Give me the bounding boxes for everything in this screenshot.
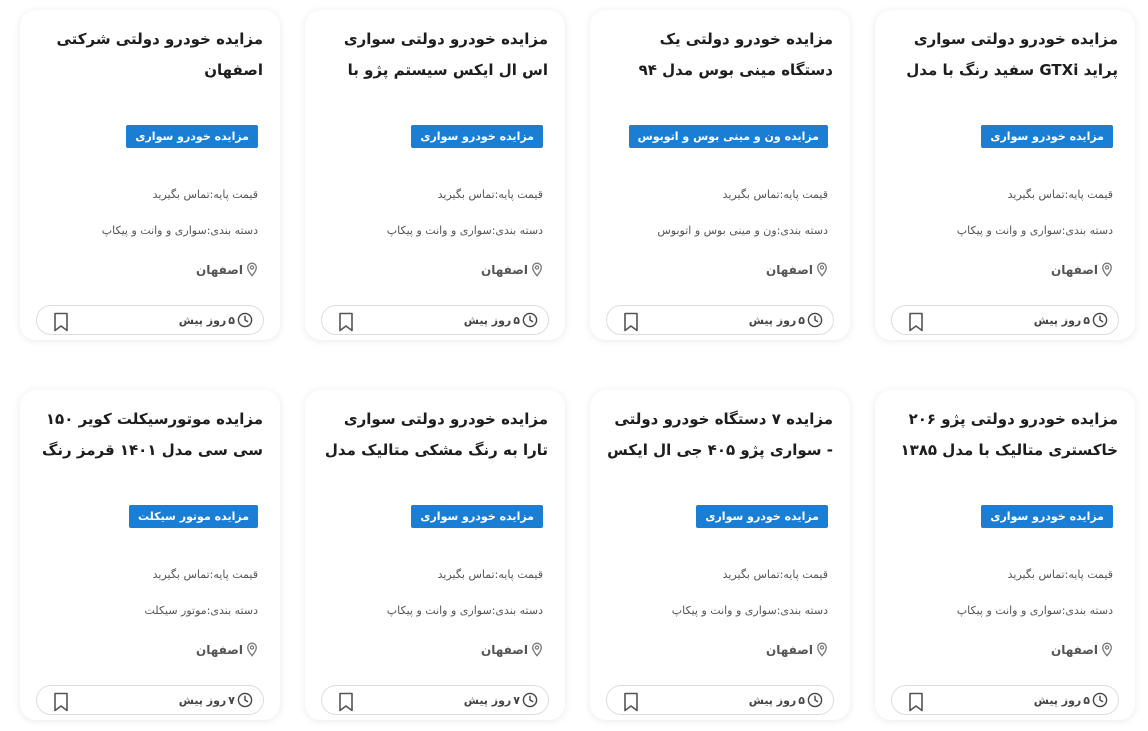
card-footer: ۵ روز پیش — [606, 685, 834, 715]
bookmark-icon[interactable] — [623, 692, 639, 712]
bookmark-icon[interactable] — [53, 692, 69, 712]
bookmark-icon[interactable] — [908, 312, 924, 332]
city-name: اصفهان — [1050, 262, 1098, 277]
category-tag[interactable]: مزایده ون و مینی بوس و اتوبوس — [628, 125, 828, 148]
price-row: قیمت پایه:تماس بگیرید — [152, 568, 258, 581]
clock-icon — [807, 692, 823, 708]
city-row: اصفهان — [196, 262, 258, 277]
card-footer: ۷ روز پیش — [321, 685, 549, 715]
bookmark-icon[interactable] — [908, 692, 924, 712]
city-name: اصفهان — [480, 262, 528, 277]
city-row: اصفهان — [1051, 262, 1113, 277]
category-tag[interactable]: مزایده خودرو سواری — [126, 125, 258, 148]
city-row: اصفهان — [196, 642, 258, 657]
auction-card[interactable]: مزایده موتورسیکلت کویر ۱۵۰ سی سی مدل ۱۴۰… — [20, 390, 280, 720]
city-name: اصفهان — [480, 642, 528, 657]
card-title[interactable]: مزایده خودرو دولتی سواری اس ال ایکس سیست… — [321, 24, 548, 86]
city-name: اصفهان — [195, 262, 243, 277]
category-row: دسته بندی:ون و مینی بوس و اتوبوس — [657, 224, 828, 237]
location-pin-icon — [531, 262, 543, 277]
posted-time: ۵ روز پیش — [464, 312, 538, 328]
category-row: دسته بندی:سواری و وانت و پیکاپ — [386, 604, 543, 617]
location-pin-icon — [1101, 642, 1113, 657]
card-footer: ۵ روز پیش — [321, 305, 549, 335]
bookmark-icon[interactable] — [53, 312, 69, 332]
posted-time: ۵ روز پیش — [1034, 692, 1108, 708]
card-title[interactable]: مزایده خودرو دولتی سواری پراید GTXi سفید… — [891, 24, 1118, 86]
clock-icon — [1092, 692, 1108, 708]
card-title[interactable]: مزایده خودرو دولتی شرکتی اصفهان — [36, 24, 263, 86]
category-row: دسته بندی:سواری و وانت و پیکاپ — [386, 224, 543, 237]
posted-time: ۷ روز پیش — [464, 692, 538, 708]
price-row: قیمت پایه:تماس بگیرید — [437, 568, 543, 581]
card-title[interactable]: مزایده خودرو دولتی پژو ۲۰۶ خاکستری متالی… — [891, 404, 1118, 466]
price-row: قیمت پایه:تماس بگیرید — [1007, 188, 1113, 201]
auction-card[interactable]: مزایده خودرو دولتی شرکتی اصفهان مزایده خ… — [20, 10, 280, 340]
location-pin-icon — [816, 642, 828, 657]
card-footer: ۵ روز پیش — [891, 685, 1119, 715]
location-pin-icon — [246, 262, 258, 277]
auction-grid: مزایده خودرو دولتی سواری پراید GTXi سفید… — [0, 0, 1148, 731]
city-row: اصفهان — [766, 262, 828, 277]
bookmark-icon[interactable] — [338, 692, 354, 712]
category-row: دسته بندی:سواری و وانت و پیکاپ — [101, 224, 258, 237]
city-name: اصفهان — [765, 262, 813, 277]
city-row: اصفهان — [766, 642, 828, 657]
category-tag[interactable]: مزایده خودرو سواری — [981, 125, 1113, 148]
auction-card[interactable]: مزایده خودرو دولتی یک دستگاه مینی بوس مد… — [590, 10, 850, 340]
posted-time: ۵ روز پیش — [749, 312, 823, 328]
auction-card[interactable]: مزایده خودرو دولتی پژو ۲۰۶ خاکستری متالی… — [875, 390, 1135, 720]
price-row: قیمت پایه:تماس بگیرید — [152, 188, 258, 201]
clock-icon — [522, 692, 538, 708]
location-pin-icon — [531, 642, 543, 657]
auction-card[interactable]: مزایده ۷ دستگاه خودرو دولتی - سواری پژو … — [590, 390, 850, 720]
city-row: اصفهان — [481, 262, 543, 277]
category-tag[interactable]: مزایده خودرو سواری — [696, 505, 828, 528]
price-row: قیمت پایه:تماس بگیرید — [1007, 568, 1113, 581]
location-pin-icon — [246, 642, 258, 657]
city-name: اصفهان — [765, 642, 813, 657]
location-pin-icon — [816, 262, 828, 277]
city-row: اصفهان — [481, 642, 543, 657]
auction-card[interactable]: مزایده خودرو دولتی سواری اس ال ایکس سیست… — [305, 10, 565, 340]
posted-time: ۷ روز پیش — [179, 692, 253, 708]
city-name: اصفهان — [1050, 642, 1098, 657]
category-tag[interactable]: مزایده خودرو سواری — [981, 505, 1113, 528]
card-title[interactable]: مزایده ۷ دستگاه خودرو دولتی - سواری پژو … — [606, 404, 833, 466]
price-row: قیمت پایه:تماس بگیرید — [437, 188, 543, 201]
card-footer: ۷ روز پیش — [36, 685, 264, 715]
posted-time: ۵ روز پیش — [179, 312, 253, 328]
price-row: قیمت پایه:تماس بگیرید — [722, 568, 828, 581]
posted-time: ۵ روز پیش — [749, 692, 823, 708]
clock-icon — [237, 312, 253, 328]
auction-card[interactable]: مزایده خودرو دولتی سواری تارا به رنگ مشک… — [305, 390, 565, 720]
category-tag[interactable]: مزایده خودرو سواری — [411, 505, 543, 528]
category-row: دسته بندی:سواری و وانت و پیکاپ — [956, 224, 1113, 237]
auction-card[interactable]: مزایده خودرو دولتی سواری پراید GTXi سفید… — [875, 10, 1135, 340]
city-row: اصفهان — [1051, 642, 1113, 657]
category-tag[interactable]: مزایده خودرو سواری — [411, 125, 543, 148]
card-title[interactable]: مزایده موتورسیکلت کویر ۱۵۰ سی سی مدل ۱۴۰… — [36, 404, 263, 466]
category-row: دسته بندی:سواری و وانت و پیکاپ — [956, 604, 1113, 617]
bookmark-icon[interactable] — [338, 312, 354, 332]
card-footer: ۵ روز پیش — [891, 305, 1119, 335]
card-title[interactable]: مزایده خودرو دولتی یک دستگاه مینی بوس مد… — [606, 24, 833, 86]
price-row: قیمت پایه:تماس بگیرید — [722, 188, 828, 201]
card-title[interactable]: مزایده خودرو دولتی سواری تارا به رنگ مشک… — [321, 404, 548, 466]
clock-icon — [807, 312, 823, 328]
bookmark-icon[interactable] — [623, 312, 639, 332]
category-row: دسته بندی:موتور سیکلت — [144, 604, 259, 617]
category-row: دسته بندی:سواری و وانت و پیکاپ — [671, 604, 828, 617]
clock-icon — [237, 692, 253, 708]
clock-icon — [522, 312, 538, 328]
location-pin-icon — [1101, 262, 1113, 277]
city-name: اصفهان — [195, 642, 243, 657]
card-footer: ۵ روز پیش — [36, 305, 264, 335]
clock-icon — [1092, 312, 1108, 328]
posted-time: ۵ روز پیش — [1034, 312, 1108, 328]
card-footer: ۵ روز پیش — [606, 305, 834, 335]
category-tag[interactable]: مزایده موتور سیکلت — [129, 505, 258, 528]
